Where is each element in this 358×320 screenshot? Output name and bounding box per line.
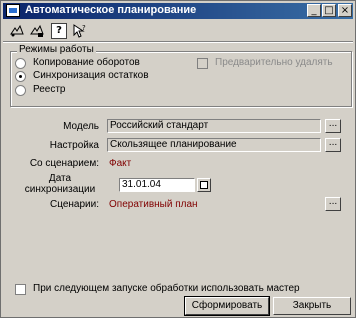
calendar-icon[interactable]	[197, 178, 211, 192]
title-bar: Автоматическое планирование _ □ ×	[3, 3, 353, 19]
model-field[interactable]: Российский стандарт	[107, 119, 321, 133]
minimize-button[interactable]: _	[307, 4, 321, 17]
scenarios-select-button[interactable]: ...	[325, 197, 341, 211]
window-title: Автоматическое планирование	[25, 4, 197, 16]
preliminary-delete-label: Предварительно удалять	[215, 57, 333, 68]
generate-button[interactable]: Сформировать	[184, 296, 270, 316]
with-scenario-value: Факт	[109, 158, 132, 169]
radio-registry-label: Реестр	[33, 84, 66, 95]
modes-group-label: Режимы работы	[17, 44, 96, 55]
help-icon[interactable]: ?	[51, 23, 67, 39]
maximize-button[interactable]: □	[322, 4, 336, 17]
toolbar-separator	[3, 41, 353, 43]
sync-date-label-line2: синхронизации	[24, 184, 96, 195]
svg-text:?: ?	[82, 24, 86, 32]
run-icon[interactable]	[9, 23, 25, 39]
preliminary-delete-checkbox[interactable]	[197, 58, 208, 69]
scenarios-value: Оперативный план	[109, 199, 198, 210]
use-master-checkbox[interactable]	[15, 284, 26, 295]
with-scenario-label: Со сценарием:	[29, 158, 99, 169]
radio-sync-balances[interactable]	[15, 71, 26, 82]
close-button[interactable]: Закрыть	[273, 297, 351, 315]
scenarios-label: Сценарии:	[50, 199, 99, 210]
sync-date-label-line1: Дата	[48, 173, 72, 184]
radio-copy-turnover[interactable]	[15, 58, 26, 69]
dialog-window: Автоматическое планирование _ □ × ? ? Ре…	[0, 0, 356, 318]
radio-sync-balances-label: Синхронизация остатков	[33, 70, 149, 81]
setup-field[interactable]: Скользящее планирование	[107, 138, 321, 152]
model-select-button[interactable]: ...	[325, 119, 341, 133]
radio-copy-turnover-label: Копирование оборотов	[33, 57, 140, 68]
sync-date-field[interactable]: 31.01.04	[119, 178, 195, 192]
setup-label: Настройка	[49, 140, 99, 151]
close-window-button[interactable]: ×	[338, 4, 352, 17]
radio-registry[interactable]	[15, 85, 26, 96]
app-icon	[6, 4, 20, 17]
settings-icon[interactable]	[29, 23, 45, 39]
use-master-label: При следующем запуске обработки использо…	[33, 283, 300, 294]
toolbar: ? ?	[3, 21, 353, 41]
context-help-icon[interactable]: ?	[71, 23, 87, 39]
setup-select-button[interactable]: ...	[325, 138, 341, 152]
model-label: Модель	[63, 121, 99, 132]
